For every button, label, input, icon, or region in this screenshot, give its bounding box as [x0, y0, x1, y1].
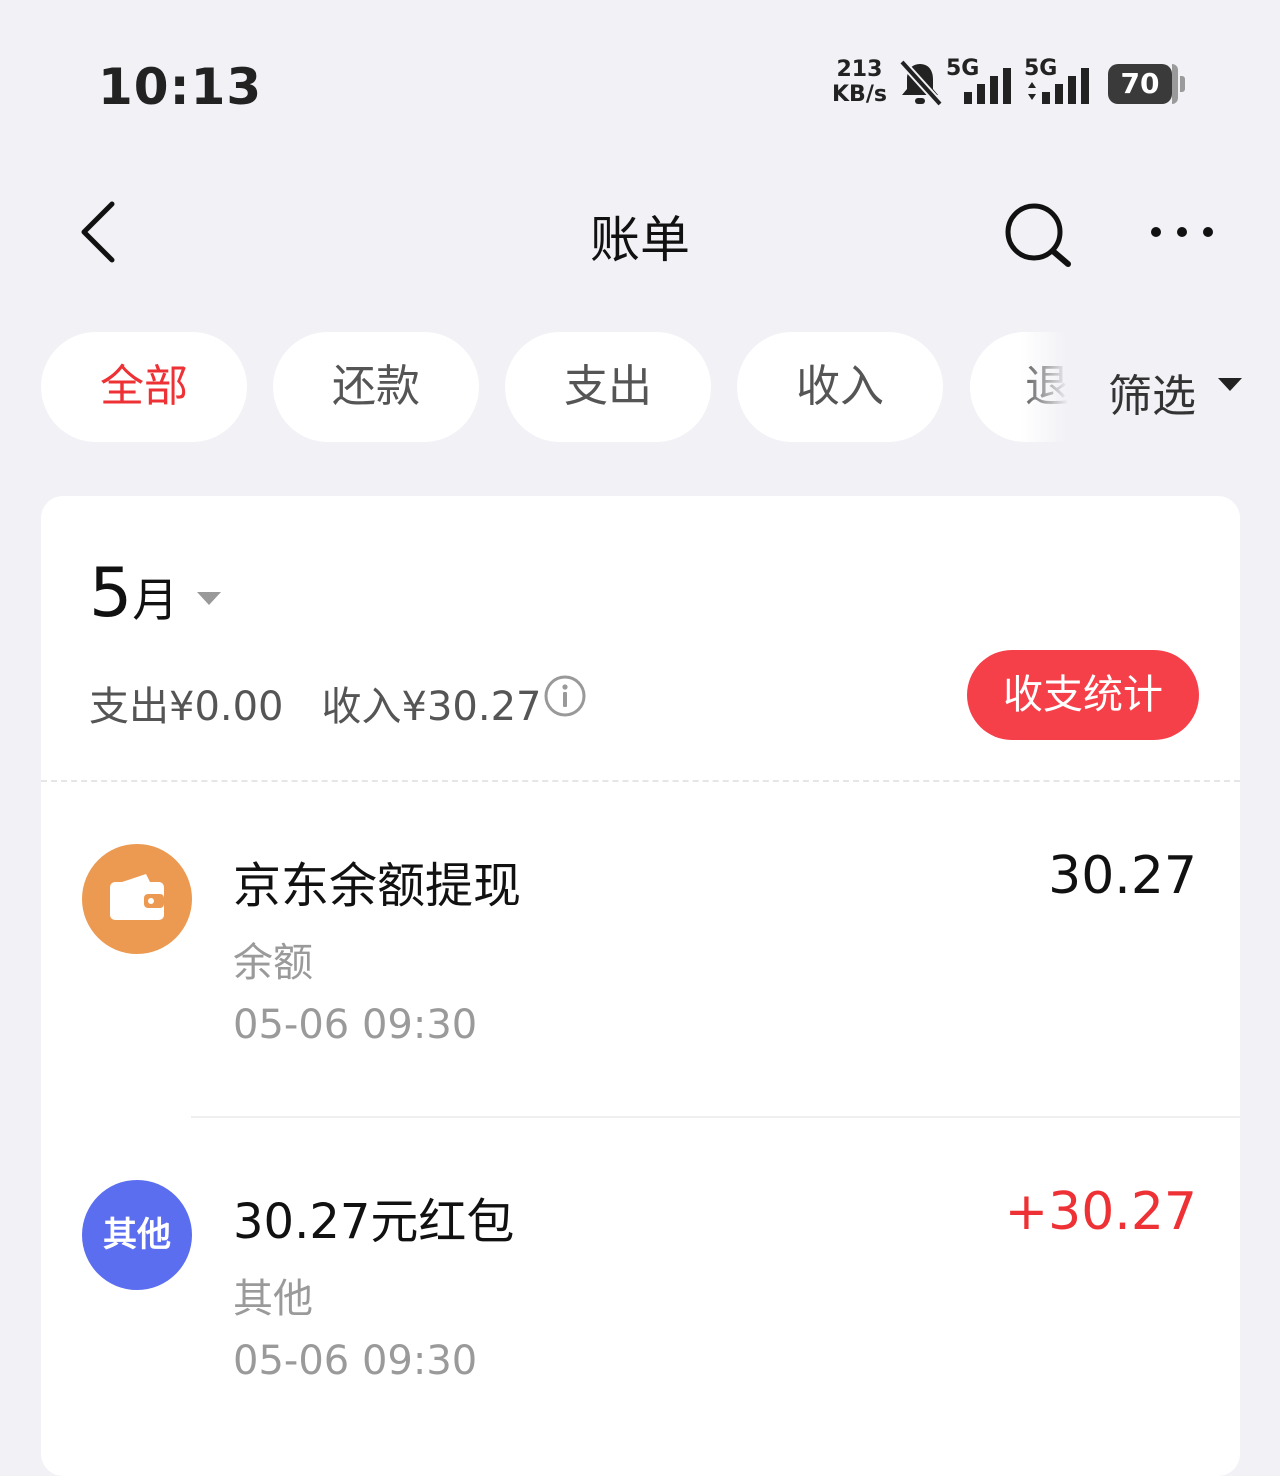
transaction-title: 京东余额提现	[233, 858, 522, 914]
caret-down-icon[interactable]	[197, 592, 221, 605]
tab-all[interactable]: 全部	[41, 332, 247, 442]
transaction-amount: +30.27	[1004, 1182, 1197, 1242]
wallet-icon	[82, 844, 192, 954]
search-icon[interactable]	[1000, 198, 1076, 274]
expense-total: 支出¥0.00	[89, 684, 284, 730]
transaction-category: 余额	[233, 940, 313, 986]
filter-button[interactable]: 筛选	[1090, 330, 1280, 445]
status-time: 10:13	[98, 58, 263, 116]
battery-icon: 70	[1108, 64, 1185, 104]
filter-label: 筛选	[1108, 371, 1196, 422]
battery-level: 70	[1108, 64, 1172, 104]
tab-repayment[interactable]: 还款	[273, 332, 479, 442]
nav-bar: 账单	[0, 170, 1280, 300]
income-total: 收入¥30.27	[321, 684, 542, 730]
signal-sim2-icon: 5G	[1024, 56, 1096, 106]
info-icon[interactable]	[543, 674, 587, 718]
transaction-amount: 30.27	[1048, 846, 1197, 906]
network-speed-unit: KB/s	[832, 82, 887, 107]
network-speed-value: 213	[836, 57, 883, 82]
bill-card: 5月 支出¥0.00 收入¥30.27 收支统计 京东余额提现 余额 05-06 …	[41, 496, 1240, 1476]
other-category-icon: 其他	[82, 1180, 192, 1290]
filter-tabs: 全部 还款 支出 收入 退 筛选	[0, 330, 1280, 445]
month-selector[interactable]: 5月	[89, 554, 178, 633]
caret-down-icon	[1218, 378, 1242, 391]
divider	[41, 780, 1240, 782]
month-number: 5	[89, 554, 133, 633]
more-icon[interactable]	[1146, 210, 1222, 250]
transaction-title: 30.27元红包	[233, 1194, 515, 1250]
tab-expense[interactable]: 支出	[505, 332, 711, 442]
transaction-category: 其他	[233, 1276, 313, 1322]
page-title: 账单	[590, 211, 690, 269]
tab-income[interactable]: 收入	[737, 332, 943, 442]
transaction-time: 05-06 09:30	[233, 1002, 478, 1048]
transaction-time: 05-06 09:30	[233, 1338, 478, 1384]
signal-sim1-icon: 5G	[946, 56, 1018, 106]
network-speed: 213 KB/s	[832, 57, 887, 107]
month-summary: 支出¥0.00 收入¥30.27	[89, 674, 579, 732]
status-bar: 10:13 213 KB/s 5G 5G 70	[0, 0, 1280, 170]
income-expense-stats-button[interactable]: 收支统计	[967, 650, 1199, 740]
divider	[191, 1116, 1240, 1118]
month-unit: 月	[132, 573, 179, 627]
bell-off-icon	[899, 59, 943, 107]
